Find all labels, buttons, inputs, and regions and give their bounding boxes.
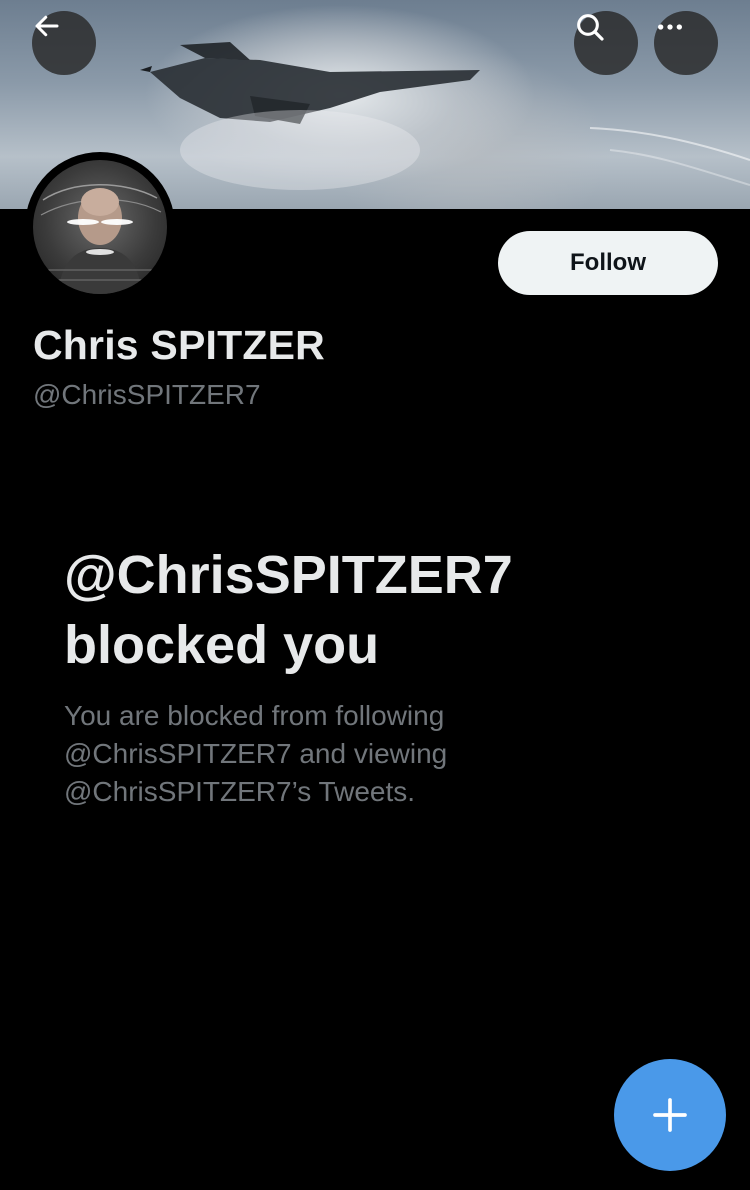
blocked-description-line: @ChrisSPITZER7 and viewing (64, 738, 448, 769)
display-name: Chris SPITZER (33, 322, 325, 368)
avatar[interactable] (25, 152, 175, 302)
follow-button[interactable]: Follow (498, 231, 718, 295)
avatar-photo (33, 160, 167, 294)
blocked-title: @ChrisSPITZER7 blocked you (64, 540, 684, 680)
blocked-title-rest: blocked you (64, 615, 380, 675)
arrow-left-icon (35, 15, 59, 37)
compose-tweet-button[interactable] (614, 1059, 726, 1171)
blocked-description: You are blocked from following @ChrisSPI… (64, 697, 534, 811)
blocked-description-line: You are blocked from following (64, 700, 445, 731)
search-button[interactable] (574, 11, 638, 75)
back-button[interactable] (32, 11, 96, 75)
blocked-title-handle: @ChrisSPITZER7 (64, 545, 513, 605)
more-button[interactable] (654, 11, 718, 75)
username-handle: @ChrisSPITZER7 (33, 379, 261, 410)
plus-icon (653, 1098, 687, 1132)
blocked-description-line: @ChrisSPITZER7’s Tweets. (64, 776, 416, 807)
profile-page: Follow Chris SPITZER @ChrisSPITZER7 @Chr… (0, 0, 750, 1190)
more-horizontal-icon (658, 24, 682, 30)
search-icon (577, 14, 604, 41)
